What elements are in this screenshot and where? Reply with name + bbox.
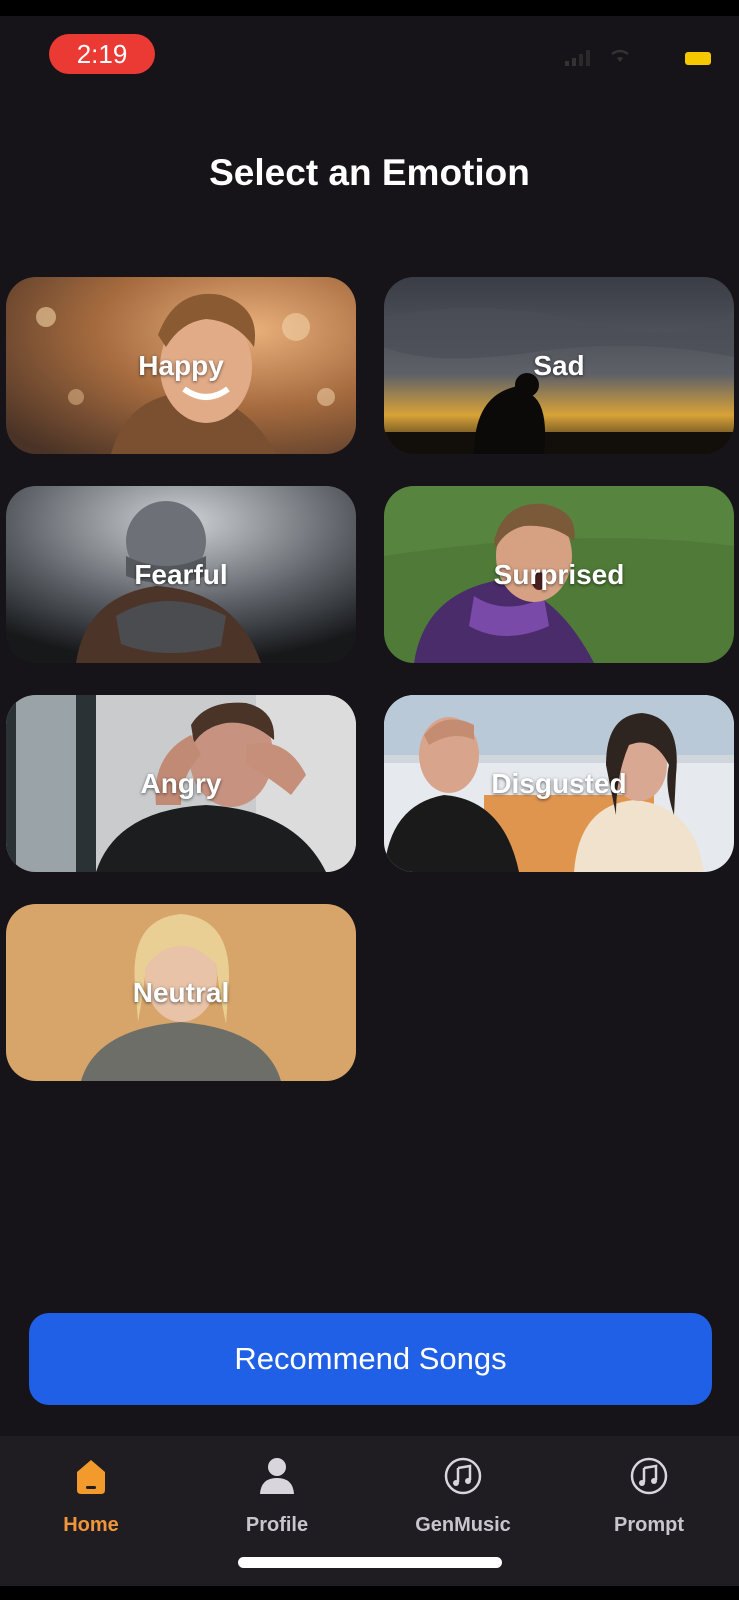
tab-genmusic[interactable]: GenMusic [393, 1448, 533, 1558]
battery-icon [685, 52, 711, 65]
tab-home-label: Home [63, 1514, 119, 1536]
emotion-label-fearful: Fearful [134, 558, 228, 590]
tab-prompt[interactable]: Prompt [579, 1448, 719, 1558]
signal-icon [565, 50, 590, 66]
emotion-label-happy: Happy [138, 349, 224, 381]
wifi-icon [611, 49, 629, 62]
emotion-label-sad: Sad [533, 349, 585, 381]
tab-home[interactable]: Home [21, 1448, 161, 1558]
home-indicator[interactable] [238, 1557, 502, 1568]
emotion-label-neutral: Neutral [132, 976, 230, 1008]
emotion-label-surprised: Surprised [493, 558, 625, 590]
emotion-card-happy[interactable]: Happy [6, 277, 356, 454]
app-screen: 2:19 Select an Emotion Happy Sad Fearful… [0, 16, 739, 1586]
emotion-card-fearful[interactable]: Fearful [6, 486, 356, 663]
home-icon [77, 1460, 105, 1494]
emotion-card-disgusted[interactable]: Disgusted [384, 695, 734, 872]
status-time: 2:19 [49, 34, 155, 74]
music-note-icon [444, 1457, 482, 1495]
emotion-card-sad[interactable]: Sad [384, 277, 734, 454]
emotion-card-neutral[interactable]: Neutral [6, 904, 356, 1081]
emotion-card-angry[interactable]: Angry [6, 695, 356, 872]
emotion-card-surprised[interactable]: Surprised [384, 486, 734, 663]
tab-prompt-label: Prompt [614, 1514, 684, 1536]
page-title: Select an Emotion [209, 152, 530, 193]
recommend-songs-button[interactable]: Recommend Songs [29, 1313, 712, 1405]
tab-profile[interactable]: Profile [207, 1448, 347, 1558]
status-icons [551, 46, 711, 70]
tab-genmusic-label: GenMusic [415, 1514, 511, 1536]
music-note-icon [630, 1457, 668, 1495]
person-icon [260, 1458, 294, 1494]
emotion-label-angry: Angry [140, 767, 222, 799]
tab-profile-label: Profile [245, 1514, 309, 1536]
emotion-label-disgusted: Disgusted [491, 767, 627, 799]
